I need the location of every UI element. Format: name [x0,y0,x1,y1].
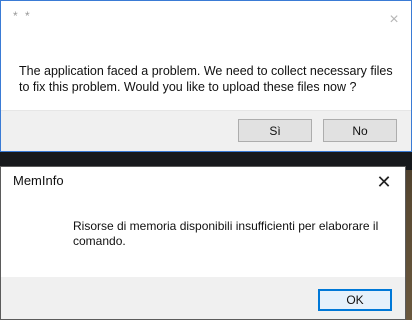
meminfo-dialog: MemInfo ✕ Risorse di memoria disponibili… [0,166,406,320]
dialog-title: MemInfo [13,173,64,188]
upload-prompt-dialog: * * × The application faced a problem. W… [0,0,412,152]
title-bar: * * × [1,1,411,33]
yes-button[interactable]: Sì [238,119,312,142]
dialog-footer: Sì No [1,110,411,151]
close-icon[interactable]: × [381,7,407,33]
no-button[interactable]: No [323,119,397,142]
dialog-message: Risorse di memoria disponibili insuffici… [73,219,379,248]
close-icon[interactable]: ✕ [371,169,397,195]
ok-button[interactable]: OK [318,289,392,311]
title-bar: MemInfo ✕ [1,167,405,199]
dialog-footer: OK [1,277,405,319]
dialog-message: The application faced a problem. We need… [19,64,393,94]
dialog-title: * * [13,9,32,23]
